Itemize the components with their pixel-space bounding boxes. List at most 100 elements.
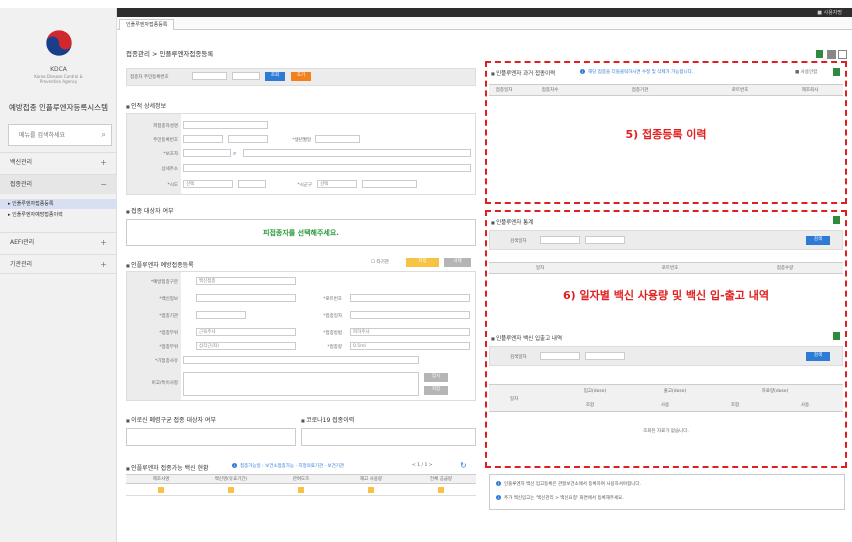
date-label: *접종일자 [323, 314, 342, 319]
institution-select[interactable] [196, 311, 246, 319]
checkbox-label: 타기관 [376, 260, 389, 265]
name-label: 피접종자성명 [153, 124, 178, 129]
history-notice: i 해당 접종을 더블클릭하시면 수정 및 삭제가 가능합니다. [580, 69, 693, 75]
usage-overlay-label: 6) 일자별 백신 사용량 및 백신 입-출고 내역 [563, 289, 769, 302]
section-target: 접종 대상자 여부 [126, 206, 173, 215]
col-header: 일자 [535, 266, 545, 271]
vaccine-select[interactable] [196, 294, 296, 302]
other-institution-checkbox[interactable]: ☐ 타기관 [371, 259, 389, 265]
sidebar-item-vaccine[interactable]: 백신관리 + [0, 152, 117, 172]
rrn-input[interactable] [183, 135, 223, 143]
search-icon[interactable]: ⌕ [102, 130, 106, 140]
col-header: 로트번호 [661, 266, 679, 271]
search-icon[interactable]: ⌕ [233, 150, 236, 158]
type-input[interactable]: 백신접종 [196, 277, 296, 285]
temp-button[interactable]: 임시 [424, 373, 448, 382]
birth-input[interactable] [315, 135, 360, 143]
sidebar-item-aefi[interactable]: AEFI관리 + [0, 232, 117, 252]
excel-icon[interactable] [816, 50, 823, 58]
search-rrn-label: 접종자 주민등록번호 [130, 75, 169, 80]
name-input[interactable] [183, 121, 268, 129]
delete-button[interactable]: 삭제 [444, 258, 471, 267]
unused-checkbox[interactable]: ■ 사용안함 [795, 69, 817, 75]
sidebar-item-label: 백신관리 [10, 159, 33, 166]
sido-extra[interactable] [238, 180, 266, 188]
notice-text: 해당 접종을 더블클릭하시면 수정 및 삭제가 가능합니다. [588, 70, 694, 75]
col-header: 조합 [730, 403, 740, 408]
excel-icon[interactable] [833, 68, 840, 76]
pneumococcal-box [126, 428, 296, 446]
section-corona: 코로나19 접종이력 [301, 415, 354, 424]
minus-icon: − [100, 180, 107, 189]
menu-search-input[interactable] [9, 125, 91, 145]
help-icon[interactable] [827, 50, 836, 59]
sidebar-item-vaccination[interactable]: 접종관리 − [0, 174, 117, 194]
guardian-input[interactable] [183, 149, 231, 157]
breadcrumb: 접종관리 > 인플루엔자접종등록 [126, 50, 214, 58]
user-label[interactable]: ■ 사용자명 [817, 9, 842, 16]
save-button[interactable]: 저장 [406, 258, 439, 267]
address-input[interactable] [243, 149, 471, 157]
col-header: 재고 사용량 [359, 477, 383, 482]
refresh-icon[interactable]: ↻ [460, 461, 467, 470]
close-icon[interactable] [838, 50, 847, 59]
col-header: 조합 [585, 403, 595, 408]
sidebar-item-institution[interactable]: 기관관리 + [0, 254, 117, 274]
stat-end-date[interactable] [585, 236, 625, 244]
rrn-label: 주민등록번호 [153, 138, 178, 143]
plus-icon: + [100, 158, 107, 167]
section-vaccine-status: 인플루엔자 접종가능 백신 현황 [126, 463, 208, 472]
sidebar-item-label: 기관관리 [10, 261, 33, 268]
system-title: 예방접종 인플루엔자등록시스템 [9, 103, 108, 112]
search-button[interactable]: 조회 [265, 72, 285, 81]
dose-select[interactable]: 0.5ml [350, 342, 470, 350]
tab-bar: 인플루엔자접종등록 [117, 17, 852, 30]
memo-input[interactable] [183, 356, 419, 364]
history-panel-title: 인플루엔자 과거 접종이력 [491, 69, 555, 77]
col-header: 전체 공급량 [429, 477, 453, 482]
col-header: 사용 [800, 403, 810, 408]
position-select[interactable]: 삼각근(좌) [196, 342, 296, 350]
stat-start-date[interactable] [540, 236, 580, 244]
site-select[interactable]: 근육주사 [196, 328, 296, 336]
io-empty-message: 조회된 자료가 없습니다. [643, 429, 689, 434]
rrn-back-input[interactable] [232, 72, 260, 80]
pagination[interactable]: < 1 / 1 > [412, 463, 433, 468]
lot-input[interactable] [350, 294, 470, 302]
io-search-button[interactable]: 검색 [806, 352, 830, 361]
info-icon: i [496, 495, 501, 500]
remark-label: 비고/특이사항 [151, 381, 178, 386]
history-overlay-label: 5) 접종등록 이력 [625, 128, 707, 141]
io-start-date[interactable] [540, 352, 580, 360]
address-detail-input[interactable] [183, 164, 471, 172]
reset-button[interactable]: 초기 [291, 72, 311, 81]
excel-icon[interactable] [833, 332, 840, 340]
stat-period-label: 검색일자 [510, 239, 527, 244]
sidebar-subitem-register[interactable]: ▸ 인플루엔자접종등록 [0, 199, 117, 209]
rrn2-input[interactable] [228, 135, 268, 143]
col-header: 접종수량 [776, 266, 794, 271]
notice-text: 접종가능일 : 보건소접종가능 · 지정의료기관 · 보건기관 [240, 464, 345, 469]
tab-influenza-register[interactable]: 인플루엔자접종등록 [119, 19, 175, 30]
sigungu-select[interactable]: 선택 [317, 180, 357, 188]
plus-icon: + [100, 238, 107, 247]
sigungu-label: *시군구 [297, 183, 312, 188]
status-marker [438, 487, 444, 493]
remark-textarea[interactable] [183, 372, 419, 396]
status-marker [158, 487, 164, 493]
col-header: 백신명(유효기간) [214, 477, 248, 482]
position-label: *접종부위 [159, 345, 178, 350]
sido-select[interactable]: 선택 [183, 180, 233, 188]
stat-search-button[interactable]: 검색 [806, 236, 830, 245]
address-label: 상세주소 [161, 167, 178, 172]
sidebar-subitem-history[interactable]: ▸ 인플루엔자예방접종이력 [0, 210, 117, 220]
method-select[interactable]: 피하주사 [350, 328, 470, 336]
sigungu-extra[interactable] [362, 180, 417, 188]
site-label: *접종부위 [159, 331, 178, 336]
register-button[interactable]: 저장 [424, 386, 448, 395]
date-input[interactable] [350, 311, 470, 319]
rrn-front-input[interactable] [192, 72, 227, 80]
excel-icon[interactable] [833, 216, 840, 224]
stat-panel-title: 인플루엔자 통계 [491, 218, 533, 226]
io-end-date[interactable] [585, 352, 625, 360]
